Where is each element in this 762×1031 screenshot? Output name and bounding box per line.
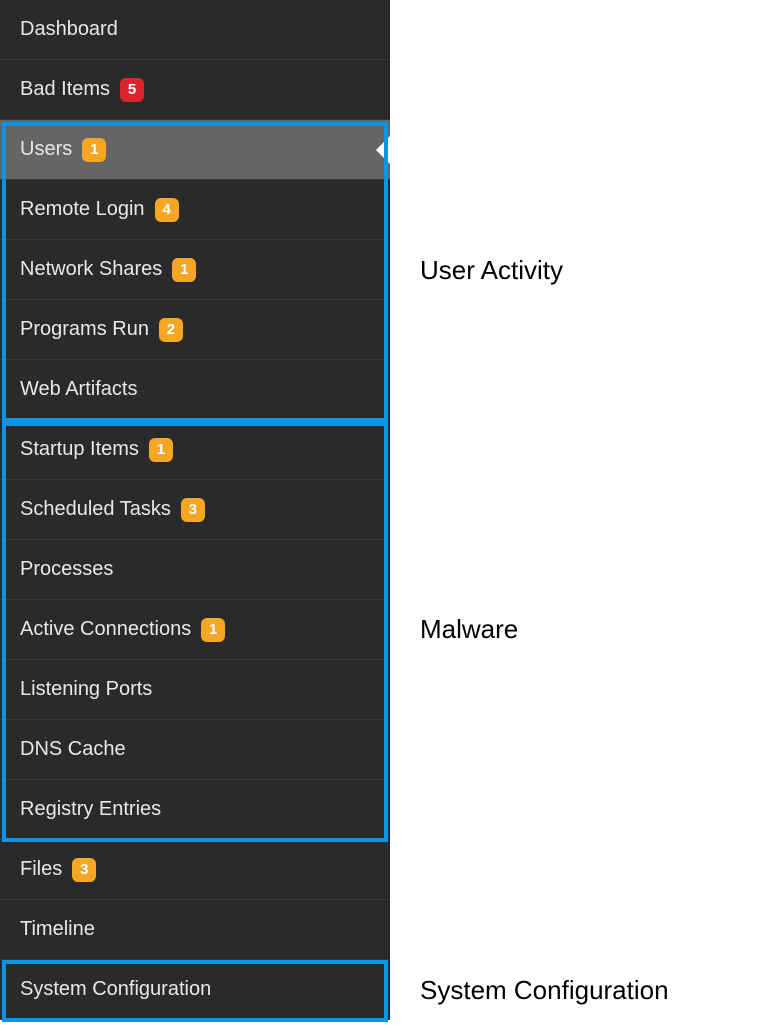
sidebar-item-scheduled-tasks[interactable]: Scheduled Tasks 3 [0,480,390,540]
sidebar-item-label: Processes [20,558,113,581]
sidebar-item-system-configuration[interactable]: System Configuration [0,960,390,1020]
annotation-label-user-activity: User Activity [420,255,563,286]
sidebar-item-listening-ports[interactable]: Listening Ports [0,660,390,720]
sidebar-item-label: Listening Ports [20,678,152,701]
sidebar-item-label: System Configuration [20,978,211,1001]
sidebar-item-users[interactable]: Users 1 [0,120,390,180]
sidebar-item-label: Dashboard [20,18,118,41]
sidebar-item-label: Bad Items [20,78,110,101]
count-badge: 4 [155,198,179,222]
sidebar-item-active-connections[interactable]: Active Connections 1 [0,600,390,660]
sidebar-item-label: Programs Run [20,318,149,341]
sidebar-item-bad-items[interactable]: Bad Items 5 [0,60,390,120]
sidebar-item-timeline[interactable]: Timeline [0,900,390,960]
sidebar-item-web-artifacts[interactable]: Web Artifacts [0,360,390,420]
annotation-label-system-configuration: System Configuration [420,975,669,1006]
sidebar-item-dashboard[interactable]: Dashboard [0,0,390,60]
sidebar-item-label: Scheduled Tasks [20,498,171,521]
count-badge: 5 [120,78,144,102]
sidebar-item-label: DNS Cache [20,738,126,761]
sidebar-item-label: Files [20,858,62,881]
sidebar: Dashboard Bad Items 5 Users 1 Remote Login 4 Ne… [0,0,390,1020]
sidebar-item-remote-login[interactable]: Remote Login 4 [0,180,390,240]
sidebar-item-files[interactable]: Files 3 [0,840,390,900]
sidebar-item-label: Web Artifacts [20,378,137,401]
count-badge: 1 [149,438,173,462]
sidebar-item-label: Network Shares [20,258,162,281]
sidebar-item-label: Active Connections [20,618,191,641]
sidebar-item-network-shares[interactable]: Network Shares 1 [0,240,390,300]
count-badge: 2 [159,318,183,342]
sidebar-item-label: Users [20,138,72,161]
count-badge: 3 [181,498,205,522]
count-badge: 3 [72,858,96,882]
count-badge: 1 [82,138,106,162]
sidebar-item-label: Timeline [20,918,95,941]
sidebar-item-label: Startup Items [20,438,139,461]
sidebar-item-label: Registry Entries [20,798,161,821]
count-badge: 1 [172,258,196,282]
sidebar-item-programs-run[interactable]: Programs Run 2 [0,300,390,360]
sidebar-item-registry-entries[interactable]: Registry Entries [0,780,390,840]
sidebar-item-label: Remote Login [20,198,145,221]
sidebar-item-dns-cache[interactable]: DNS Cache [0,720,390,780]
count-badge: 1 [201,618,225,642]
sidebar-item-startup-items[interactable]: Startup Items 1 [0,420,390,480]
annotation-label-malware: Malware [420,614,518,645]
sidebar-item-processes[interactable]: Processes [0,540,390,600]
layout-container: Dashboard Bad Items 5 Users 1 Remote Login 4 Ne… [0,0,762,1020]
